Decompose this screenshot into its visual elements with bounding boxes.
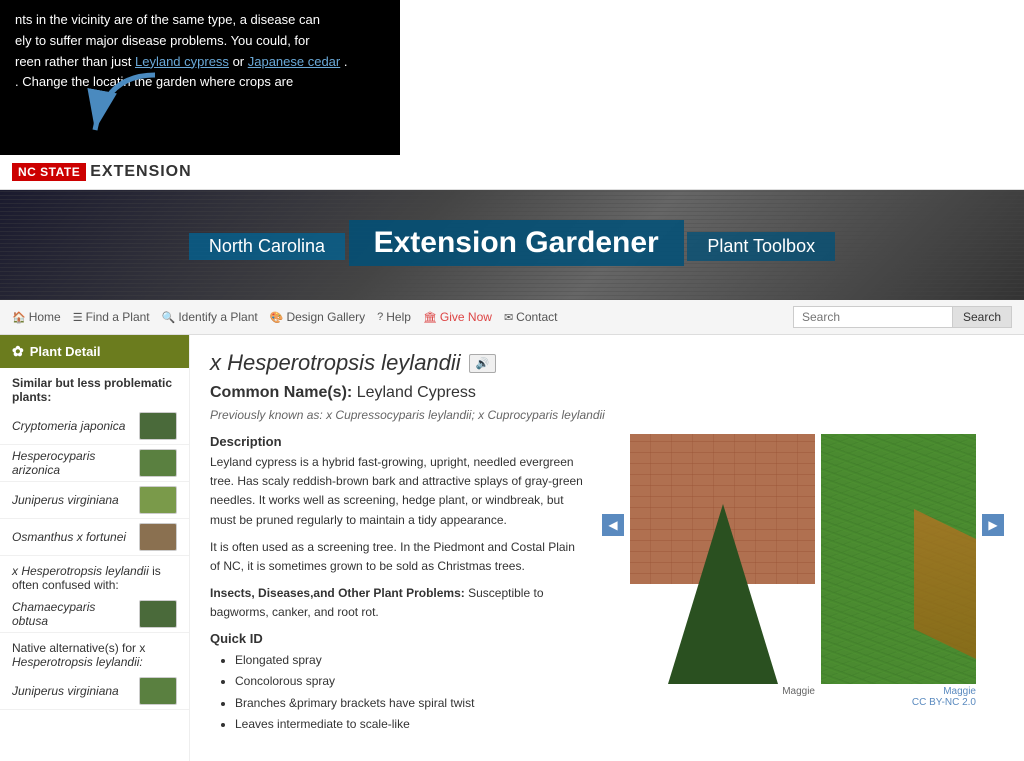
previously-value: x Cupressocyparis leylandii; x Cuprocypa…	[326, 408, 605, 422]
header-bar: NC STATE EXTENSION	[0, 155, 1024, 190]
quick-id-header: Quick ID	[210, 631, 587, 646]
common-name-row: Common Name(s): Leyland Cypress	[210, 384, 1004, 402]
give-icon: 🏛	[423, 311, 437, 324]
tooltip-line2: ely to suffer major disease problems. Yo…	[15, 31, 385, 52]
main-plant-image	[630, 434, 815, 684]
search-input[interactable]	[793, 306, 953, 328]
plant-image-bg	[630, 509, 815, 684]
insects-text: Insects, Diseases,and Other Plant Proble…	[210, 584, 587, 622]
plant-name: Cryptomeria japonica	[12, 419, 131, 433]
audio-button[interactable]: 🔊	[469, 354, 497, 373]
plant-name: Juniperus virginiana	[12, 493, 131, 507]
plant-thumbnail	[139, 412, 177, 440]
arrow-graphic	[85, 70, 165, 140]
similar-plants-title: Similar but less problematic plants:	[0, 368, 189, 408]
image-prev-button[interactable]: ◀	[602, 514, 624, 536]
contact-icon: ✉	[504, 311, 513, 324]
nav-find-plant[interactable]: ☰ Find a Plant	[73, 310, 150, 324]
gallery-icon: 🎨	[270, 311, 284, 324]
leyland-cypress-link[interactable]: Leyland cypress	[135, 54, 229, 69]
plant-name: Osmanthus x fortunei	[12, 530, 131, 544]
nav-home[interactable]: 🏠 Home	[12, 310, 61, 324]
question-icon: ?	[377, 311, 383, 323]
tooltip-overlay: nts in the vicinity are of the same type…	[0, 0, 400, 155]
plant-thumbnail	[139, 449, 177, 477]
list-item: Juniperus virginiana	[0, 482, 189, 519]
content-text: Description Leyland cypress is a hybrid …	[210, 434, 587, 746]
description-p2: It is often used as a screening tree. In…	[210, 538, 587, 576]
home-icon: 🏠	[12, 311, 26, 324]
banner-titles: North Carolina Extension Gardener Plant …	[189, 220, 835, 270]
plant-thumbnail	[139, 677, 177, 705]
nav-give-now[interactable]: 🏛 Give Now	[423, 310, 492, 324]
list-item: Elongated spray	[235, 650, 587, 672]
list-item: Leaves intermediate to scale-like	[235, 714, 587, 736]
tooltip-line4: . Change the locatin the garden where cr…	[15, 72, 385, 93]
common-name-text: Leyland Cypress	[357, 384, 476, 401]
plant-thumbnail	[139, 486, 177, 514]
list-item: Chamaecyparis obtusa	[0, 596, 189, 633]
image-credit-1: Maggie	[630, 686, 815, 697]
list-item: Osmanthus x fortunei	[0, 519, 189, 556]
plant-scientific-name: x Hesperotropsis leylandii	[210, 350, 461, 376]
site-banner: North Carolina Extension Gardener Plant …	[0, 190, 1024, 300]
list-item: Hesperocyparis arizonica	[0, 445, 189, 482]
description-p1: Leyland cypress is a hybrid fast-growing…	[210, 453, 587, 530]
search-area: Search	[793, 306, 1012, 328]
nav-help[interactable]: ? Help	[377, 310, 411, 324]
previously-label: Previously known as:	[210, 408, 323, 422]
tooltip-line3: reen rather than just Leyland cypress or…	[15, 52, 385, 73]
extension-label: EXTENSION	[90, 163, 191, 181]
image-next-button[interactable]: ▶	[982, 514, 1004, 536]
nav-identify-plant[interactable]: 🔍 Identify a Plant	[162, 310, 258, 324]
confused-plant-title: x Hesperotropsis leylandii	[12, 564, 149, 578]
leaf-icon: ✿	[12, 343, 24, 360]
nav-bar: 🏠 Home ☰ Find a Plant 🔍 Identify a Plant…	[0, 300, 1024, 335]
sidebar: ✿ Plant Detail Similar but less problema…	[0, 335, 190, 761]
speaker-icon: 🔊	[476, 357, 490, 370]
banner-sub-title: Plant Toolbox	[687, 232, 835, 261]
content-top: Description Leyland cypress is a hybrid …	[210, 434, 1004, 746]
plant-title-row: x Hesperotropsis leylandii 🔊	[210, 350, 1004, 376]
list-item: Branches &primary brackets have spiral t…	[235, 693, 587, 715]
common-name-label: Common Name(s):	[210, 384, 352, 401]
list-item: Concolorous spray	[235, 671, 587, 693]
nav-design-gallery[interactable]: 🎨 Design Gallery	[270, 310, 365, 324]
secondary-plant-image	[821, 434, 976, 684]
banner-main-title: Extension Gardener	[349, 220, 684, 266]
nav-contact[interactable]: ✉ Contact	[504, 310, 558, 324]
content-area: x Hesperotropsis leylandii 🔊 Common Name…	[190, 335, 1024, 761]
description-header: Description	[210, 434, 587, 449]
previously-known-row: Previously known as: x Cupressocyparis l…	[210, 408, 1004, 422]
id-icon: 🔍	[162, 311, 176, 324]
plant-name: Juniperus virginiana	[12, 684, 131, 698]
image-credit-2: Maggie CC BY-NC 2.0	[821, 686, 976, 708]
native-plant-title: Hesperotropsis leylandii:	[12, 655, 143, 669]
quick-id-list: Elongated spray Concolorous spray Branch…	[210, 650, 587, 736]
list-icon: ☰	[73, 311, 83, 324]
plant-thumbnail	[139, 523, 177, 551]
tree-shape	[668, 504, 778, 684]
tooltip-line1: nts in the vicinity are of the same type…	[15, 10, 385, 31]
list-item: Cryptomeria japonica	[0, 408, 189, 445]
nav-links: 🏠 Home ☰ Find a Plant 🔍 Identify a Plant…	[12, 310, 558, 324]
banner-nc-label: North Carolina	[189, 233, 345, 260]
main-layout: ✿ Plant Detail Similar but less problema…	[0, 335, 1024, 761]
sidebar-title: ✿ Plant Detail	[0, 335, 189, 368]
plant-name: Hesperocyparis arizonica	[12, 449, 131, 477]
confused-section: x Hesperotropsis leylandii is often conf…	[0, 556, 189, 596]
insects-header: Insects, Diseases,and Other Plant Proble…	[210, 586, 465, 600]
ncstate-badge: NC STATE	[12, 163, 86, 181]
list-item: Juniperus virginiana	[0, 673, 189, 710]
plant-name: Chamaecyparis obtusa	[12, 600, 131, 628]
quick-id-section: Quick ID Elongated spray Concolorous spr…	[210, 631, 587, 736]
native-section: Native alternative(s) for x Hesperotrops…	[0, 633, 189, 673]
plant-thumbnail	[139, 600, 177, 628]
search-button[interactable]: Search	[953, 306, 1012, 328]
japanese-cedar-link[interactable]: Japanese cedar	[248, 54, 341, 69]
